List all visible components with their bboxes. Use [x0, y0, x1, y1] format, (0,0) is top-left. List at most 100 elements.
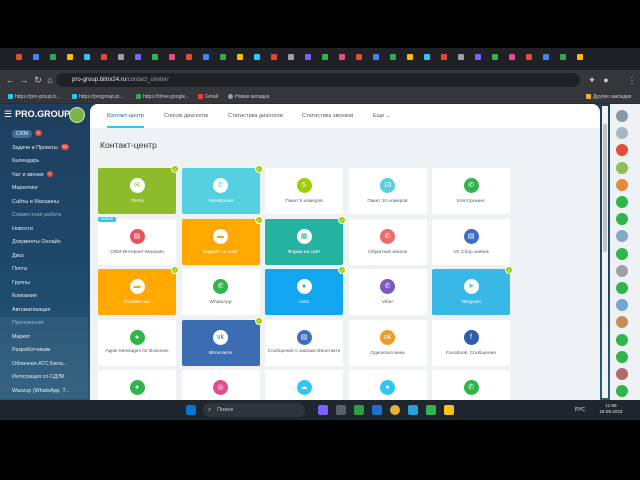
chat-avatar[interactable] — [616, 110, 628, 122]
scrollbar[interactable] — [602, 106, 608, 398]
browser-tab[interactable] — [220, 54, 226, 60]
chat-app-icon[interactable] — [318, 405, 328, 415]
browser-tab[interactable] — [509, 54, 515, 60]
connector-tile[interactable]: ✉ Почта ✓ — [98, 165, 179, 214]
edge-icon[interactable] — [372, 405, 382, 415]
browser-tab[interactable] — [543, 54, 549, 60]
connector-tile[interactable]: ✆ Обратный звонок — [348, 218, 427, 265]
browser-tab[interactable] — [237, 54, 243, 60]
system-clock[interactable]: 11:59 16.09.2023 — [596, 403, 626, 415]
browser-tab[interactable] — [390, 54, 396, 60]
sidebar-item[interactable]: Группы — [0, 277, 88, 291]
connector-tile[interactable]: 5 Пакет 5 номеров — [265, 168, 343, 214]
connector-tile[interactable]: ● — [348, 370, 427, 400]
sidebar-section-header[interactable]: Приложения — [0, 317, 88, 331]
chat-avatar[interactable] — [616, 196, 628, 208]
back-icon[interactable]: ← — [4, 74, 16, 86]
browser-tab[interactable] — [526, 54, 532, 60]
browser-tab[interactable] — [305, 54, 311, 60]
tab-more[interactable]: Еще ⌄ — [373, 104, 391, 128]
browser-tab[interactable] — [475, 54, 481, 60]
windows-start-icon[interactable] — [186, 405, 196, 415]
connector-tile[interactable]: ✆ Телефония ✓ — [181, 165, 263, 214]
telegram-app-icon[interactable] — [408, 405, 418, 415]
chrome-icon[interactable] — [390, 405, 400, 415]
menu-icon[interactable]: ☰ — [4, 109, 12, 119]
connector-tile[interactable]: 10 Пакет 10 номеров — [348, 168, 427, 214]
address-bar[interactable]: pro-group.bitrix24.ru/contact_center/ — [56, 73, 580, 87]
chat-avatar[interactable] — [616, 350, 628, 363]
browser-tab[interactable] — [577, 54, 583, 60]
connector-tile[interactable]: ✆ — [432, 370, 510, 400]
browser-tab[interactable] — [84, 54, 90, 60]
browser-tab[interactable] — [271, 54, 277, 60]
connector-tile[interactable]: ▤ Сообщения о заказах ВКонтакте — [265, 319, 343, 366]
sidebar-item[interactable]: Чат и звонки 1 — [0, 169, 88, 183]
browser-tab[interactable] — [254, 54, 260, 60]
browser-tab[interactable] — [339, 54, 345, 60]
tab-contact-center[interactable]: Контакт-центр — [107, 104, 145, 128]
bookmark-item[interactable]: Новая вкладка — [228, 90, 269, 104]
browser-tab[interactable] — [492, 54, 498, 60]
sidebar-item[interactable]: Интеграция со СДЭК — [0, 371, 88, 385]
browser-tab[interactable] — [407, 54, 413, 60]
sidebar-item[interactable]: Почта — [0, 263, 88, 277]
browser-tab[interactable] — [186, 54, 192, 60]
chat-avatar[interactable] — [616, 178, 628, 191]
connector-tile[interactable]: ▦ Форма на сайт ✓ — [265, 215, 346, 265]
chat-avatar[interactable] — [616, 144, 628, 157]
bookmark-item[interactable]: https://drive.google... — [136, 90, 189, 104]
chat-avatar[interactable] — [616, 213, 628, 226]
chat-avatar[interactable] — [616, 316, 628, 329]
sidebar-item[interactable]: Маркетинг — [0, 182, 88, 196]
sidebar-item[interactable]: Wazzup (WhatsApp, T... — [0, 384, 88, 398]
connector-tile[interactable]: ✆ Коллтрекинг — [432, 168, 510, 214]
chat-avatar[interactable] — [616, 333, 628, 346]
connector-tile[interactable]: ➤ Telegram ✓ — [432, 266, 513, 315]
bookmark-item[interactable]: https://pro-group.b... — [8, 90, 60, 104]
browser-tab[interactable] — [560, 54, 566, 60]
sidebar-item[interactable]: Новости — [0, 223, 88, 237]
sidebar-item[interactable]: Компания — [0, 290, 88, 304]
forward-icon[interactable]: → — [18, 74, 30, 86]
browser-tab[interactable] — [441, 54, 447, 60]
scrollbar-thumb[interactable] — [603, 124, 607, 252]
browser-tab[interactable] — [458, 54, 464, 60]
sidebar-item[interactable]: Разработчикам — [0, 344, 88, 358]
browser-tab[interactable] — [203, 54, 209, 60]
xbox-icon[interactable] — [354, 405, 364, 415]
chat-avatar[interactable] — [616, 161, 628, 174]
whatsapp-app-icon[interactable] — [426, 405, 436, 415]
chat-avatar[interactable] — [616, 264, 628, 277]
connector-tile[interactable]: ● — [98, 370, 176, 400]
browser-tab[interactable] — [33, 54, 39, 60]
connector-tile[interactable]: vk ВКонтакте ✓ — [181, 316, 263, 366]
task-view-icon[interactable] — [336, 405, 346, 415]
chat-avatar[interactable] — [616, 247, 628, 260]
connector-tile[interactable]: ✆ Viber — [348, 269, 427, 315]
language-indicator[interactable]: РУС — [575, 400, 585, 420]
sidebar-item[interactable]: Маркет — [0, 330, 88, 344]
other-bookmarks[interactable]: Другие закладки — [586, 90, 631, 104]
connector-tile[interactable]: ☁ — [265, 370, 343, 400]
sidebar-item[interactable]: Диск — [0, 250, 88, 264]
bookmark-item[interactable]: https://progroup.pl... — [72, 90, 123, 104]
browser-tab-strip[interactable] — [0, 48, 640, 70]
sidebar-section-header[interactable]: Совместная работа — [0, 209, 88, 223]
tab-call-stats[interactable]: Статистика звонков — [302, 104, 353, 128]
browser-tab[interactable] — [424, 54, 430, 60]
browser-tab[interactable] — [67, 54, 73, 60]
sidebar-item[interactable]: Автоматизация — [0, 304, 88, 318]
bookmark-item[interactable]: Gmail — [198, 90, 218, 104]
browser-tab[interactable] — [135, 54, 141, 60]
browser-tab[interactable] — [288, 54, 294, 60]
tab-dialog-list[interactable]: Список диалогов — [164, 104, 208, 128]
sidebar-item[interactable]: Задачи и Проекты 99 — [0, 142, 88, 156]
browser-tab[interactable] — [16, 54, 22, 60]
connector-tile[interactable]: ok Одноклассники — [348, 319, 427, 366]
sidebar-item[interactable]: CRM 5 — [0, 128, 88, 142]
home-icon[interactable]: ⌂ — [44, 74, 56, 86]
connector-tile[interactable]: ◎ — [181, 370, 260, 400]
extensions-icon[interactable]: ✦ — [586, 74, 598, 86]
connector-tile[interactable]: ▤ CRM-Интернет-Магазин НОВОЕ — [98, 216, 176, 265]
